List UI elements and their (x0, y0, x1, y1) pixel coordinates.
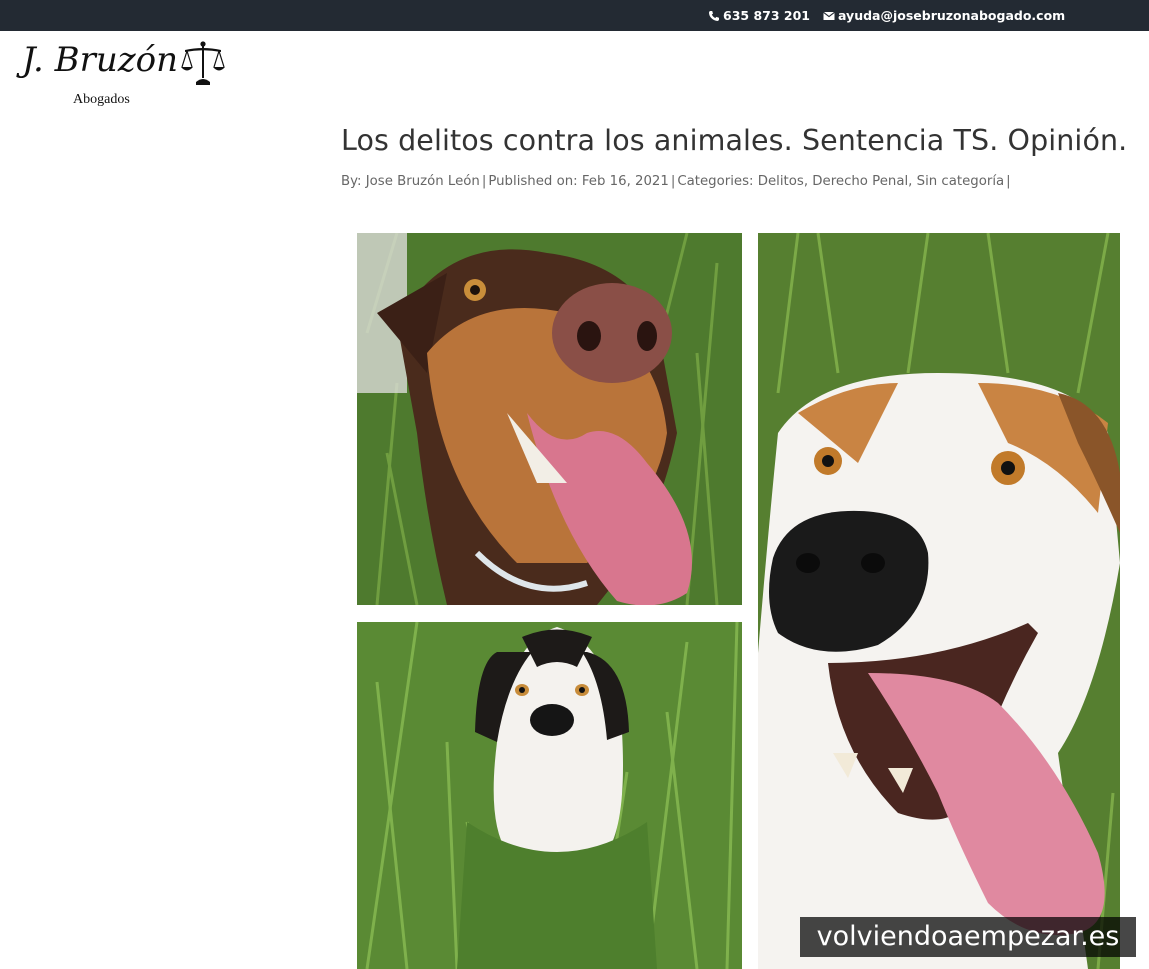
post-title: Los delitos contra los animales. Sentenc… (341, 124, 1128, 157)
category-link-derecho-penal[interactable]: Derecho Penal (812, 174, 908, 189)
post-date: Feb 16, 2021 (581, 174, 669, 189)
site-logo[interactable]: J. Bruzón Abogados (22, 40, 232, 112)
top-bar: 635 873 201 ayuda@josebruzonabogado.com (0, 0, 1149, 31)
meta-separator: | (670, 174, 676, 189)
email-link[interactable]: ayuda@josebruzonabogado.com (823, 8, 1065, 23)
dog-photo-white (758, 233, 1120, 969)
published-label: Published on: (488, 174, 578, 189)
email-address: ayuda@josebruzonabogado.com (838, 8, 1066, 23)
meta-separator: | (1006, 174, 1011, 189)
phone-icon (709, 10, 719, 21)
logo-subtitle: Abogados (73, 92, 130, 107)
category-link-sin-categoria[interactable]: Sin categoría (917, 174, 1005, 189)
watermark: volviendoaempezar.es (800, 917, 1136, 957)
scales-of-justice-icon (181, 41, 225, 85)
envelope-icon (823, 11, 835, 20)
dog-photo-brown (357, 233, 742, 605)
post-meta: By: Jose Bruzón León | Published on: Feb 1… (341, 174, 1011, 189)
phone-number: 635 873 201 (723, 8, 810, 23)
logo-name: J. Bruzón (22, 40, 179, 80)
by-label: By: (341, 174, 362, 189)
author-link[interactable]: Jose Bruzón León (366, 174, 480, 189)
phone-link[interactable]: 635 873 201 (708, 8, 810, 23)
meta-separator: | (481, 174, 487, 189)
category-link-delitos[interactable]: Delitos (758, 174, 804, 189)
dog-photo-tricolor (357, 622, 742, 969)
categories-label: Categories: (677, 174, 754, 189)
